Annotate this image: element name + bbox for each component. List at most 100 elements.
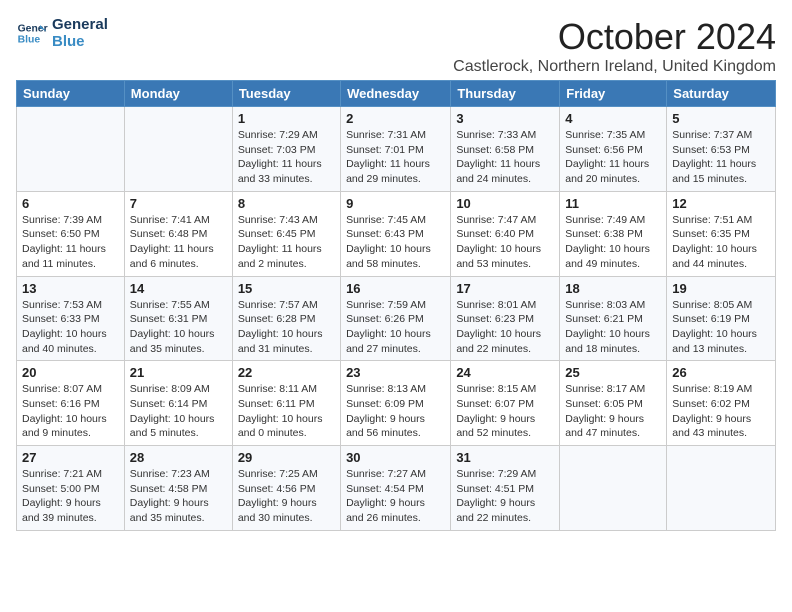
calendar-week-row: 1 Sunrise: 7:29 AM Sunset: 7:03 PM Daylig… [17, 107, 776, 192]
day-number: 18 [565, 281, 661, 296]
day-info: Sunrise: 7:43 AM Sunset: 6:45 PM Dayligh… [238, 213, 335, 272]
calendar-cell: 26Sunrise: 8:19 AM Sunset: 6:02 PM Dayli… [667, 361, 776, 446]
day-header-friday: Friday [560, 81, 667, 107]
day-number: 14 [130, 281, 227, 296]
day-info: Sunrise: 8:05 AM Sunset: 6:19 PM Dayligh… [672, 298, 770, 357]
calendar-cell [667, 446, 776, 531]
day-number: 7 [130, 196, 227, 211]
day-info: Sunrise: 8:13 AM Sunset: 6:09 PM Dayligh… [346, 382, 445, 441]
day-number: 22 [238, 365, 335, 380]
day-number: 31 [456, 450, 554, 465]
calendar-cell: 16 Sunrise: 7:59 AM Sunset: 6:26 PM Dayli… [341, 276, 451, 361]
calendar-cell: 6Sunrise: 7:39 AM Sunset: 6:50 PM Daylig… [17, 191, 125, 276]
calendar-cell: 21Sunrise: 8:09 AM Sunset: 6:14 PM Dayli… [124, 361, 232, 446]
day-info: Sunrise: 7:59 AM Sunset: 6:26 PM Dayligh… [346, 298, 445, 357]
day-number: 23 [346, 365, 445, 380]
day-info: Sunrise: 7:29 AM Sunset: 4:51 PM Dayligh… [456, 467, 554, 526]
header: General Blue GeneralBlue October 2024 Ca… [16, 16, 776, 76]
day-info: Sunrise: 7:35 AM Sunset: 6:56 PM Dayligh… [565, 128, 661, 187]
calendar-cell: 18 Sunrise: 8:03 AM Sunset: 6:21 PM Dayli… [560, 276, 667, 361]
calendar-cell: 1 Sunrise: 7:29 AM Sunset: 7:03 PM Daylig… [232, 107, 340, 192]
day-info: Sunrise: 7:21 AM Sunset: 5:00 PM Dayligh… [22, 467, 119, 526]
day-number: 2 [346, 111, 445, 126]
day-number: 30 [346, 450, 445, 465]
day-info: Sunrise: 7:25 AM Sunset: 4:56 PM Dayligh… [238, 467, 335, 526]
logo-icon: General Blue [16, 17, 48, 49]
calendar-cell: 13 Sunrise: 7:53 AM Sunset: 6:33 PM Dayli… [17, 276, 125, 361]
day-info: Sunrise: 7:51 AM Sunset: 6:35 PM Dayligh… [672, 213, 770, 272]
day-number: 26 [672, 365, 770, 380]
day-info: Sunrise: 7:39 AM Sunset: 6:50 PM Dayligh… [22, 213, 119, 272]
day-number: 24 [456, 365, 554, 380]
day-number: 19 [672, 281, 770, 296]
day-info: Sunrise: 8:17 AM Sunset: 6:05 PM Dayligh… [565, 382, 661, 441]
calendar-week-row: 13 Sunrise: 7:53 AM Sunset: 6:33 PM Dayli… [17, 276, 776, 361]
calendar-cell: 27 Sunrise: 7:21 AM Sunset: 5:00 PM Dayli… [17, 446, 125, 531]
day-info: Sunrise: 8:07 AM Sunset: 6:16 PM Dayligh… [22, 382, 119, 441]
day-number: 5 [672, 111, 770, 126]
day-info: Sunrise: 7:27 AM Sunset: 4:54 PM Dayligh… [346, 467, 445, 526]
calendar-cell: 30 Sunrise: 7:27 AM Sunset: 4:54 PM Dayli… [341, 446, 451, 531]
calendar-cell: 28 Sunrise: 7:23 AM Sunset: 4:58 PM Dayli… [124, 446, 232, 531]
calendar-cell: 17 Sunrise: 8:01 AM Sunset: 6:23 PM Dayli… [451, 276, 560, 361]
day-number: 12 [672, 196, 770, 211]
calendar-cell: 31 Sunrise: 7:29 AM Sunset: 4:51 PM Dayli… [451, 446, 560, 531]
day-info: Sunrise: 7:31 AM Sunset: 7:01 PM Dayligh… [346, 128, 445, 187]
logo: General Blue GeneralBlue [16, 16, 108, 50]
calendar-cell: 4Sunrise: 7:35 AM Sunset: 6:56 PM Daylig… [560, 107, 667, 192]
day-number: 17 [456, 281, 554, 296]
svg-text:Blue: Blue [18, 35, 41, 46]
day-info: Sunrise: 7:23 AM Sunset: 4:58 PM Dayligh… [130, 467, 227, 526]
day-info: Sunrise: 8:11 AM Sunset: 6:11 PM Dayligh… [238, 382, 335, 441]
day-number: 11 [565, 196, 661, 211]
day-info: Sunrise: 7:37 AM Sunset: 6:53 PM Dayligh… [672, 128, 770, 187]
day-info: Sunrise: 8:15 AM Sunset: 6:07 PM Dayligh… [456, 382, 554, 441]
calendar-cell: 9 Sunrise: 7:45 AM Sunset: 6:43 PM Daylig… [341, 191, 451, 276]
calendar-week-row: 27 Sunrise: 7:21 AM Sunset: 5:00 PM Dayli… [17, 446, 776, 531]
calendar-cell: 25 Sunrise: 8:17 AM Sunset: 6:05 PM Dayli… [560, 361, 667, 446]
calendar-cell: 20 Sunrise: 8:07 AM Sunset: 6:16 PM Dayli… [17, 361, 125, 446]
calendar-cell [124, 107, 232, 192]
day-info: Sunrise: 7:55 AM Sunset: 6:31 PM Dayligh… [130, 298, 227, 357]
day-info: Sunrise: 7:45 AM Sunset: 6:43 PM Dayligh… [346, 213, 445, 272]
day-info: Sunrise: 7:29 AM Sunset: 7:03 PM Dayligh… [238, 128, 335, 187]
calendar-cell: 10 Sunrise: 7:47 AM Sunset: 6:40 PM Dayli… [451, 191, 560, 276]
calendar-cell: 23 Sunrise: 8:13 AM Sunset: 6:09 PM Dayli… [341, 361, 451, 446]
day-number: 10 [456, 196, 554, 211]
day-info: Sunrise: 8:03 AM Sunset: 6:21 PM Dayligh… [565, 298, 661, 357]
day-number: 25 [565, 365, 661, 380]
title-block: October 2024 Castlerock, Northern Irelan… [453, 16, 776, 76]
day-info: Sunrise: 8:01 AM Sunset: 6:23 PM Dayligh… [456, 298, 554, 357]
day-info: Sunrise: 7:47 AM Sunset: 6:40 PM Dayligh… [456, 213, 554, 272]
calendar-table: SundayMondayTuesdayWednesdayThursdayFrid… [16, 80, 776, 531]
calendar-cell: 8Sunrise: 7:43 AM Sunset: 6:45 PM Daylig… [232, 191, 340, 276]
calendar-cell: 15 Sunrise: 7:57 AM Sunset: 6:28 PM Dayli… [232, 276, 340, 361]
calendar-cell [560, 446, 667, 531]
calendar-cell: 3 Sunrise: 7:33 AM Sunset: 6:58 PM Daylig… [451, 107, 560, 192]
day-header-monday: Monday [124, 81, 232, 107]
day-number: 13 [22, 281, 119, 296]
day-number: 9 [346, 196, 445, 211]
day-number: 27 [22, 450, 119, 465]
day-info: Sunrise: 7:57 AM Sunset: 6:28 PM Dayligh… [238, 298, 335, 357]
month-title: October 2024 [453, 16, 776, 58]
day-number: 3 [456, 111, 554, 126]
day-number: 28 [130, 450, 227, 465]
calendar-week-row: 20 Sunrise: 8:07 AM Sunset: 6:16 PM Dayli… [17, 361, 776, 446]
calendar-cell: 24 Sunrise: 8:15 AM Sunset: 6:07 PM Dayli… [451, 361, 560, 446]
calendar-cell: 22 Sunrise: 8:11 AM Sunset: 6:11 PM Dayli… [232, 361, 340, 446]
calendar-cell: 2 Sunrise: 7:31 AM Sunset: 7:01 PM Daylig… [341, 107, 451, 192]
day-number: 20 [22, 365, 119, 380]
calendar-cell: 14 Sunrise: 7:55 AM Sunset: 6:31 PM Dayli… [124, 276, 232, 361]
calendar-cell: 19 Sunrise: 8:05 AM Sunset: 6:19 PM Dayli… [667, 276, 776, 361]
day-number: 16 [346, 281, 445, 296]
day-header-tuesday: Tuesday [232, 81, 340, 107]
day-number: 1 [238, 111, 335, 126]
day-info: Sunrise: 8:09 AM Sunset: 6:14 PM Dayligh… [130, 382, 227, 441]
day-info: Sunrise: 7:33 AM Sunset: 6:58 PM Dayligh… [456, 128, 554, 187]
day-number: 15 [238, 281, 335, 296]
day-info: Sunrise: 7:53 AM Sunset: 6:33 PM Dayligh… [22, 298, 119, 357]
day-header-saturday: Saturday [667, 81, 776, 107]
calendar-week-row: 6Sunrise: 7:39 AM Sunset: 6:50 PM Daylig… [17, 191, 776, 276]
day-header-wednesday: Wednesday [341, 81, 451, 107]
